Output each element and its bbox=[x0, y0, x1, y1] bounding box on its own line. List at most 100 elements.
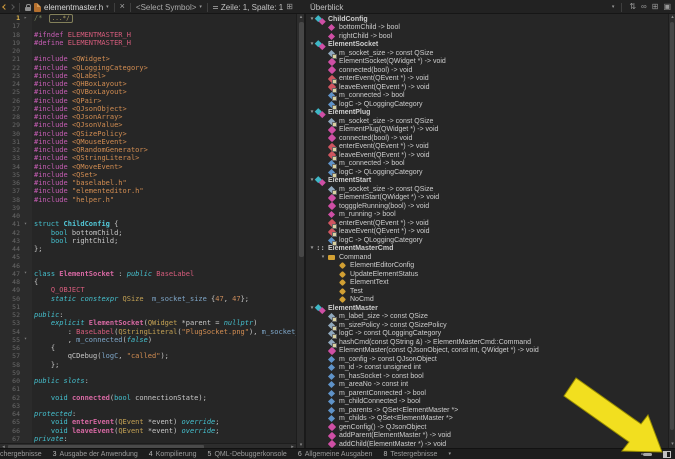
gutter-line[interactable]: 36 bbox=[0, 179, 32, 187]
outline-item[interactable]: m_childConnected -> bool bbox=[319, 398, 668, 407]
code-line[interactable]: bool bottomChild; bbox=[34, 229, 296, 237]
scroll-up-icon[interactable]: ▴ bbox=[669, 14, 675, 21]
line-number[interactable]: 39 bbox=[0, 204, 20, 212]
gutter-line[interactable]: 24 bbox=[0, 80, 32, 88]
code-line[interactable]: #include <QStringLiteral> bbox=[34, 154, 296, 162]
gutter[interactable]: 1▸17181920212223242526272829303132333435… bbox=[0, 14, 32, 443]
output-pane-button[interactable]: 6Allgemeine Ausgaben bbox=[298, 451, 373, 458]
gutter-line[interactable]: 32 bbox=[0, 146, 32, 154]
code-line[interactable]: #include <QHBoxLayout> bbox=[34, 80, 296, 88]
line-number[interactable]: 41 bbox=[0, 220, 20, 228]
outline-item[interactable]: ▾::ElementMasterCmd bbox=[308, 245, 668, 254]
fold-marker-icon[interactable]: ▾ bbox=[20, 337, 31, 342]
code-line[interactable]: #include <QSet> bbox=[34, 171, 296, 179]
line-number[interactable]: 60 bbox=[0, 377, 20, 385]
symbol-dropdown-icon[interactable]: ▾ bbox=[199, 5, 202, 10]
outline-item[interactable]: m_parents -> QSet<ElementMaster *> bbox=[319, 406, 668, 415]
gutter-line[interactable]: 44 bbox=[0, 245, 32, 253]
line-number[interactable]: 58 bbox=[0, 361, 20, 369]
line-number[interactable]: 17 bbox=[0, 22, 20, 30]
gutter-line[interactable]: 58 bbox=[0, 361, 32, 369]
gutter-line[interactable]: 61 bbox=[0, 385, 32, 393]
outline-item[interactable]: togggleRunning(bool) -> void bbox=[319, 202, 668, 211]
code-line[interactable] bbox=[34, 402, 296, 410]
gutter-line[interactable]: 28 bbox=[0, 113, 32, 121]
outline-item[interactable]: ▾ElementPlug bbox=[308, 109, 668, 118]
code-line[interactable]: #include <QLabel> bbox=[34, 72, 296, 80]
outline-item[interactable]: genConfig() -> QJsonObject bbox=[319, 423, 668, 432]
code-line[interactable]: void connected(bool connectionState); bbox=[34, 394, 296, 402]
outline-item[interactable]: leaveEvent(QEvent *) -> void bbox=[319, 228, 668, 237]
gutter-line[interactable]: 64 bbox=[0, 410, 32, 418]
gutter-line[interactable]: 26 bbox=[0, 97, 32, 105]
line-number[interactable]: 23 bbox=[0, 72, 20, 80]
line-number[interactable]: 62 bbox=[0, 394, 20, 402]
code-line[interactable]: #include <QRandomGenerator> bbox=[34, 146, 296, 154]
outline-item[interactable]: enterEvent(QEvent *) -> void bbox=[319, 143, 668, 152]
outline-item[interactable]: m_connected -> bool bbox=[319, 92, 668, 101]
line-number[interactable]: 40 bbox=[0, 212, 20, 220]
code-line[interactable]: #include "elementeditor.h" bbox=[34, 187, 296, 195]
gutter-line[interactable]: 30 bbox=[0, 130, 32, 138]
gutter-line[interactable]: 47▾ bbox=[0, 270, 32, 278]
gutter-line[interactable]: 23 bbox=[0, 72, 32, 80]
gutter-line[interactable]: 56 bbox=[0, 344, 32, 352]
code-line[interactable]: static constexpr QSize m_socket_size {47… bbox=[34, 295, 296, 303]
line-number[interactable]: 43 bbox=[0, 237, 20, 245]
gutter-line[interactable]: 59 bbox=[0, 369, 32, 377]
gutter-line[interactable]: 34 bbox=[0, 163, 32, 171]
outline-item[interactable]: ElementMaster(const QJsonObject, const i… bbox=[319, 347, 668, 356]
line-number[interactable]: 22 bbox=[0, 64, 20, 72]
code-editor[interactable]: 1▸17181920212223242526272829303132333435… bbox=[0, 14, 296, 443]
split-panel-icon[interactable]: ⊞ bbox=[652, 3, 659, 11]
line-number[interactable]: 44 bbox=[0, 245, 20, 253]
code-line[interactable] bbox=[34, 385, 296, 393]
gutter-line[interactable]: 18 bbox=[0, 31, 32, 39]
gutter-line[interactable]: 52 bbox=[0, 311, 32, 319]
line-number[interactable]: 32 bbox=[0, 146, 20, 154]
gutter-line[interactable]: 1▸ bbox=[0, 14, 32, 22]
outline-item[interactable]: ElementStart(QWidget *) -> void bbox=[319, 194, 668, 203]
code-line[interactable]: struct ChildConfig { bbox=[34, 220, 296, 228]
scroll-down-icon[interactable]: ▾ bbox=[669, 441, 675, 448]
code-line[interactable]: , m_connected(false) bbox=[34, 336, 296, 344]
back-button[interactable] bbox=[2, 4, 8, 10]
gutter-line[interactable]: 65 bbox=[0, 418, 32, 426]
fold-marker-icon[interactable]: ▾ bbox=[20, 222, 31, 227]
outline-item[interactable]: m_childs -> QSet<ElementMaster *> bbox=[319, 415, 668, 424]
build-progress-icon[interactable] bbox=[643, 453, 652, 456]
outline-item[interactable]: NoCmd bbox=[330, 296, 668, 305]
code-line[interactable] bbox=[34, 204, 296, 212]
outline-item[interactable]: m_config -> const QJsonObject bbox=[319, 355, 668, 364]
line-number[interactable]: 1 bbox=[0, 14, 20, 22]
outline-item[interactable]: m_parentConnected -> bool bbox=[319, 389, 668, 398]
outline-item[interactable]: leaveEvent(QEvent *) -> void bbox=[319, 83, 668, 92]
gutter-line[interactable]: 17 bbox=[0, 22, 32, 30]
editor-vertical-scrollbar[interactable]: ▴ ▾ bbox=[296, 14, 304, 449]
gutter-line[interactable]: 33 bbox=[0, 154, 32, 162]
outline-item[interactable]: m_hasSocket -> const bool bbox=[319, 372, 668, 381]
outline-item[interactable]: enterEvent(QEvent *) -> void bbox=[319, 219, 668, 228]
outline-item[interactable]: Test bbox=[330, 287, 668, 296]
gutter-line[interactable]: 37 bbox=[0, 187, 32, 195]
code-line[interactable]: void leaveEvent(QEvent *event) override; bbox=[34, 427, 296, 435]
gutter-line[interactable]: 40 bbox=[0, 212, 32, 220]
code-line[interactable]: #include <QVBoxLayout> bbox=[34, 88, 296, 96]
outline-scroll-thumb[interactable] bbox=[670, 22, 674, 430]
line-number[interactable]: 46 bbox=[0, 262, 20, 270]
line-number[interactable]: 37 bbox=[0, 187, 20, 195]
line-number[interactable]: 18 bbox=[0, 31, 20, 39]
output-pane-button[interactable]: chergebnisse bbox=[0, 451, 42, 458]
gutter-line[interactable]: 35 bbox=[0, 171, 32, 179]
output-pane-button[interactable]: 5QML-Debuggerkonsole bbox=[208, 451, 287, 458]
code-line[interactable]: #include <QSizePolicy> bbox=[34, 130, 296, 138]
outline-item[interactable]: ▾ChildConfig bbox=[308, 15, 668, 24]
outline-item[interactable]: ElementSocket(QWidget *) -> void bbox=[319, 58, 668, 67]
outline-item[interactable]: m_connected -> bool bbox=[319, 160, 668, 169]
document-dropdown-icon[interactable]: ▾ bbox=[106, 5, 109, 10]
output-pane-button[interactable]: 3Ausgabe der Anwendung bbox=[53, 451, 138, 458]
gutter-line[interactable]: 62 bbox=[0, 394, 32, 402]
line-number[interactable]: 55 bbox=[0, 336, 20, 344]
code-line[interactable]: #include <QLoggingCategory> bbox=[34, 64, 296, 72]
code-line[interactable] bbox=[34, 303, 296, 311]
